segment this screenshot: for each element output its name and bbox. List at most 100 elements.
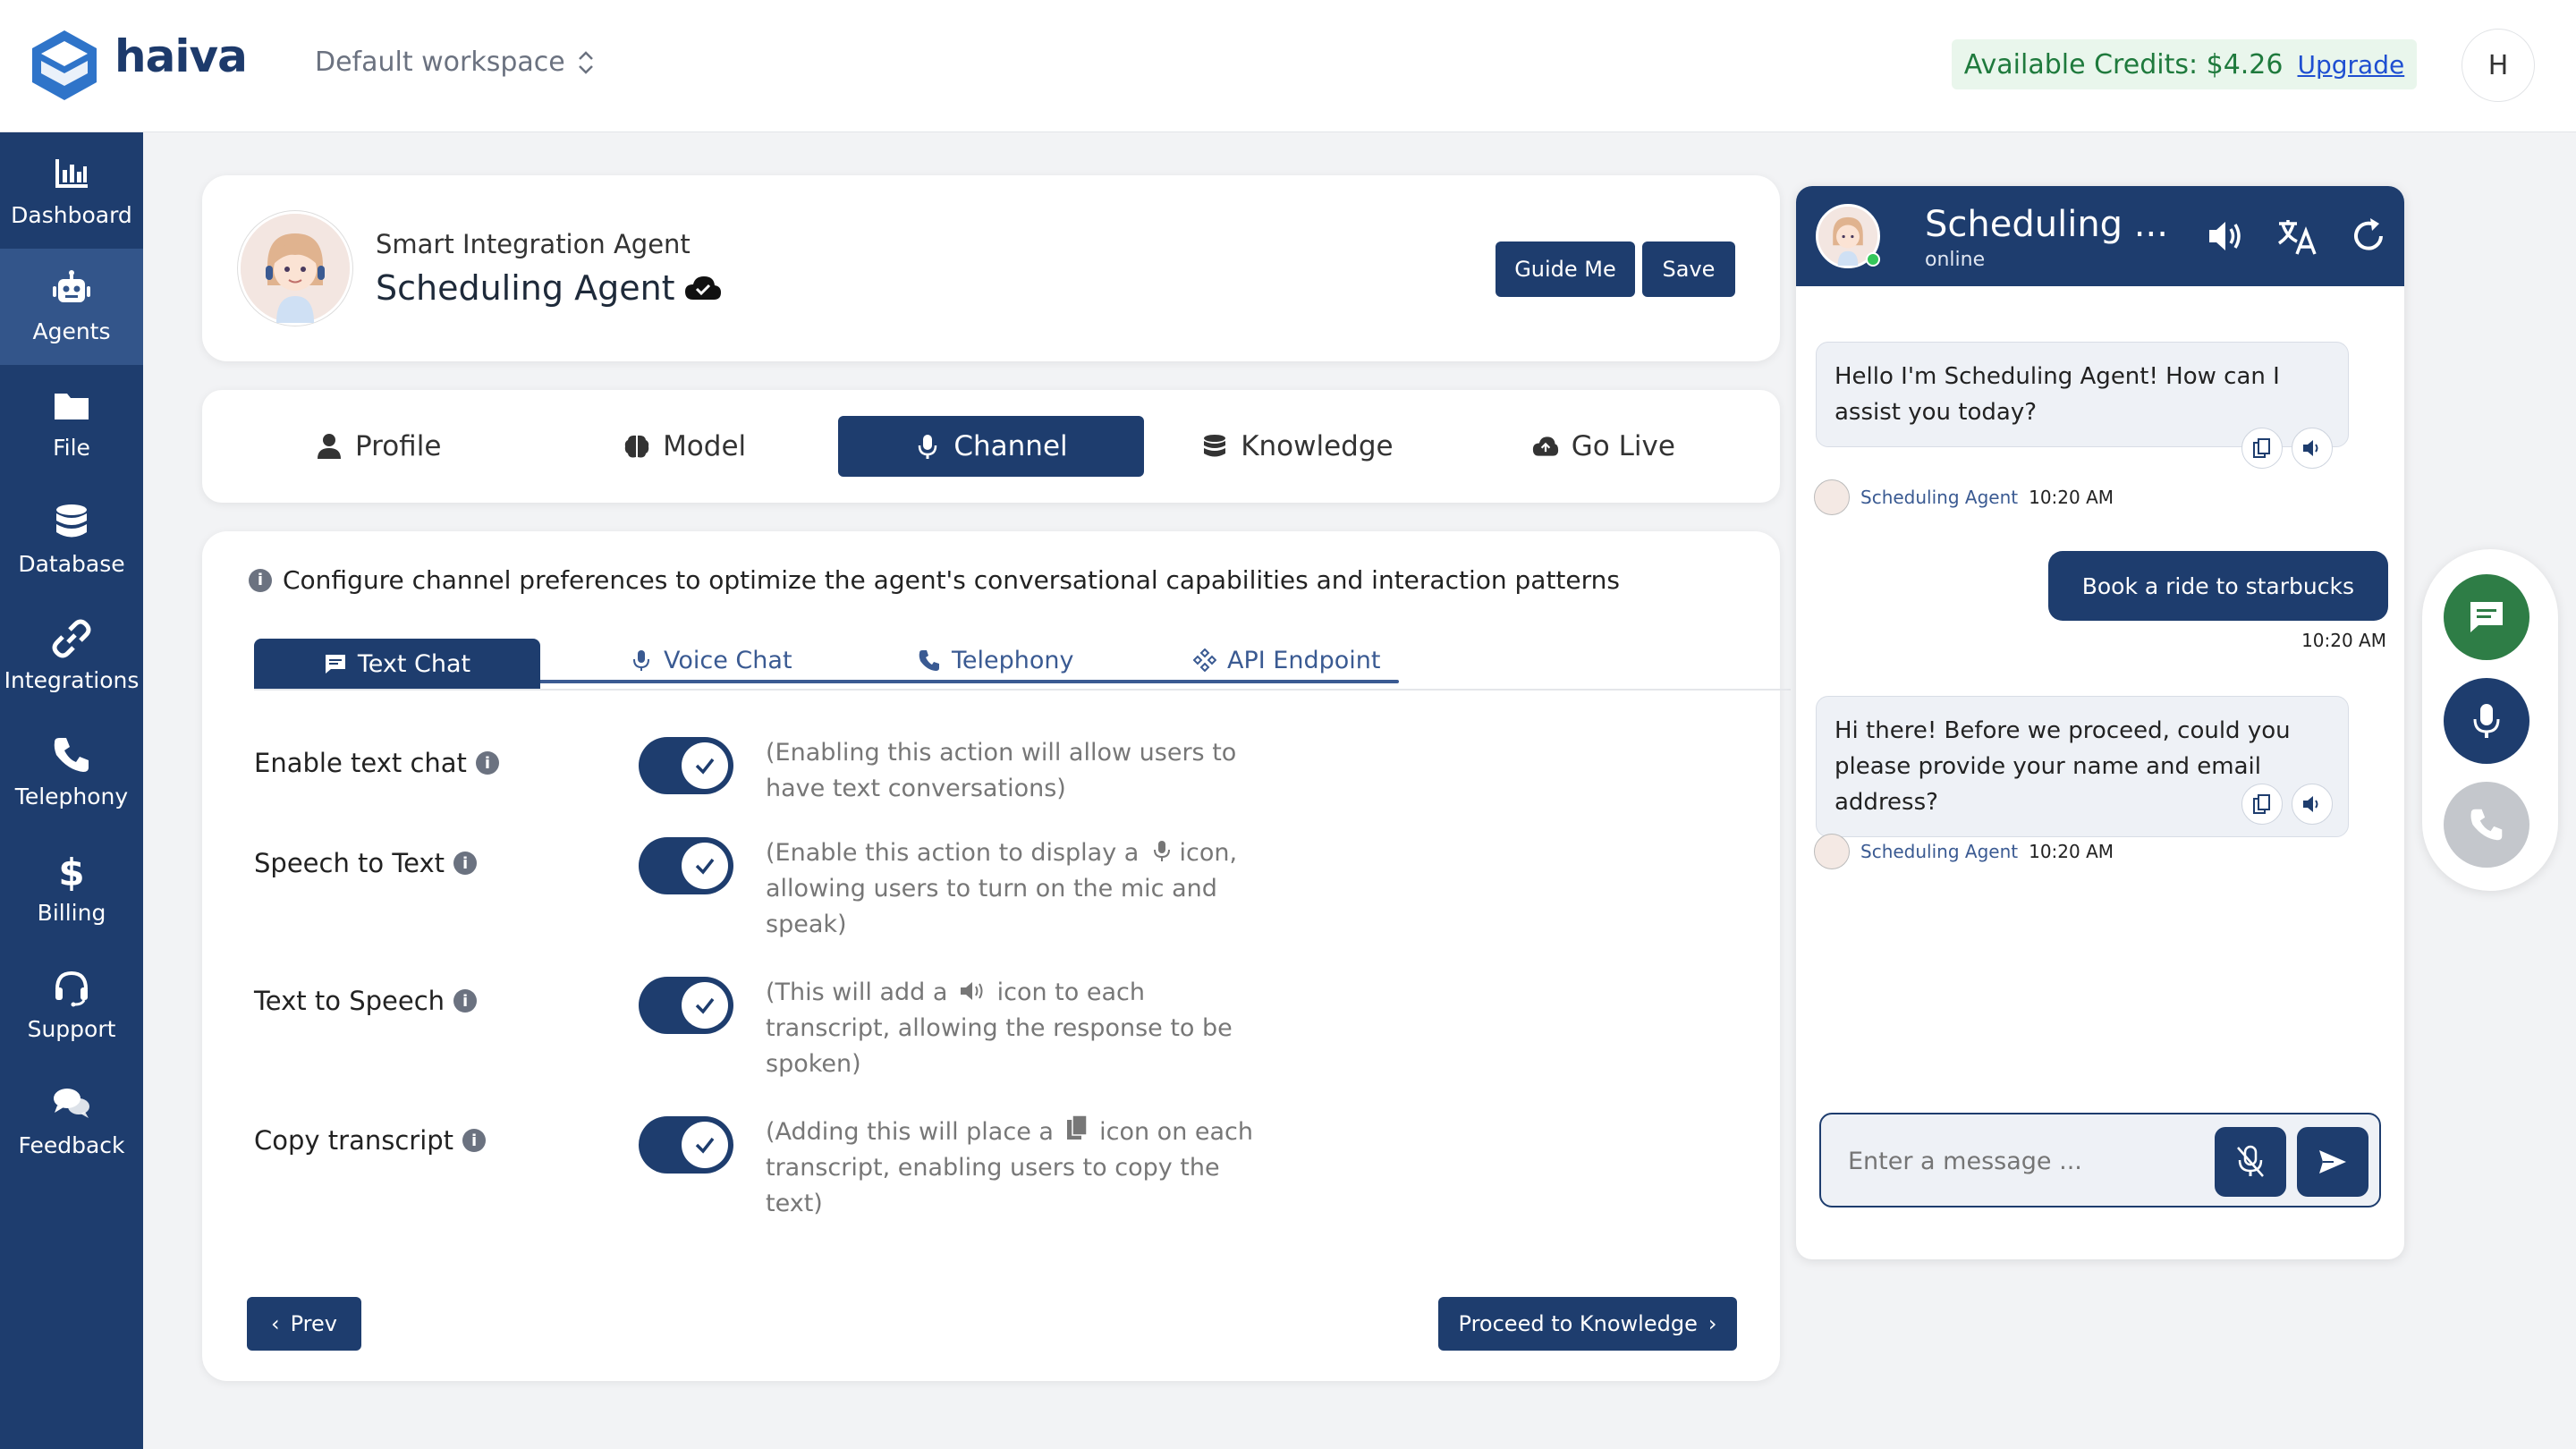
speak-button[interactable] (2292, 428, 2333, 469)
chat-input-bar (1819, 1113, 2381, 1208)
toggle-knob (682, 742, 728, 789)
link-icon (52, 619, 91, 657)
tab-profile[interactable]: Profile (225, 416, 531, 477)
toggle-knob (682, 1122, 728, 1168)
sender-name: Scheduling Agent (1860, 841, 2019, 862)
setting-label: Enable text chat (254, 748, 467, 778)
subtab-text-chat[interactable]: Text Chat (254, 639, 540, 689)
setting-enable-text-chat: Enable text chat i (254, 748, 499, 778)
phone-icon (2470, 809, 2503, 841)
tab-model[interactable]: Model (531, 416, 837, 477)
upgrade-link[interactable]: Upgrade (2298, 50, 2405, 80)
sidebar-item-label: Telephony (14, 783, 129, 809)
main-tabs-card: Profile Model Channel Knowledge Go Live (202, 390, 1780, 503)
copy-icon (2253, 794, 2270, 814)
subtab-api-endpoint[interactable]: API Endpoint (1193, 635, 1380, 685)
info-icon[interactable]: i (475, 751, 499, 775)
speech-to-text-toggle[interactable] (639, 837, 733, 894)
database-icon (1204, 435, 1226, 457)
haiva-logo-icon[interactable] (27, 27, 102, 102)
message-icon (325, 655, 345, 674)
sidebar-item-label: Agents (32, 318, 111, 344)
message-icon (2470, 602, 2503, 632)
info-icon[interactable]: i (462, 1129, 487, 1152)
sidebar-item-dashboard[interactable]: Dashboard (0, 132, 143, 249)
tab-channel[interactable]: Channel (837, 416, 1145, 477)
setting-label: Text to Speech (254, 986, 445, 1016)
text-chat-fab[interactable] (2444, 574, 2529, 660)
check-icon (695, 997, 715, 1014)
prev-button[interactable]: ‹ Prev (247, 1297, 361, 1351)
message-time: 10:20 AM (2029, 841, 2114, 862)
tab-label: Go Live (1571, 430, 1675, 462)
toggle-knob (682, 982, 728, 1029)
info-icon: i (249, 568, 272, 592)
speak-button[interactable] (2292, 784, 2333, 825)
save-button[interactable]: Save (1642, 242, 1735, 297)
mic-off-button[interactable] (2215, 1127, 2286, 1197)
info-icon[interactable]: i (453, 852, 478, 875)
guide-me-button[interactable]: Guide Me (1496, 242, 1635, 297)
speaker-icon[interactable] (2204, 215, 2247, 258)
sidebar-item-label: File (53, 434, 90, 461)
voice-chat-fab[interactable] (2444, 678, 2529, 764)
online-indicator (1866, 252, 1880, 267)
setting-description: (Enable this action to display a icon, a… (766, 835, 1267, 943)
subtab-voice-chat[interactable]: Voice Chat (630, 635, 792, 685)
dollar-icon: $ (58, 852, 84, 891)
sidebar-item-agents[interactable]: Agents (0, 249, 143, 365)
sidebar-item-label: Database (18, 550, 125, 577)
agent-avatar-icon (241, 214, 350, 323)
agent-name: Scheduling Agent (376, 268, 675, 308)
chevron-left-icon: ‹ (271, 1311, 280, 1336)
setting-speech-to-text: Speech to Text i (254, 848, 478, 878)
info-icon[interactable]: i (453, 989, 478, 1013)
sidebar-item-telephony[interactable]: Telephony (0, 714, 143, 830)
sidebar-item-support[interactable]: Support (0, 946, 143, 1063)
message-input[interactable] (1848, 1140, 2188, 1182)
subtab-label: Text Chat (357, 649, 471, 678)
mic-icon (2473, 704, 2500, 738)
chevron-right-icon: › (1707, 1311, 1717, 1336)
brain-icon (624, 435, 649, 458)
sidebar-item-database[interactable]: Database (0, 481, 143, 597)
sidebar-item-integrations[interactable]: Integrations (0, 597, 143, 714)
phone-icon (54, 737, 89, 772)
setting-label: Copy transcript (254, 1125, 454, 1156)
tab-go-live[interactable]: Go Live (1451, 416, 1757, 477)
text-to-speech-toggle[interactable] (639, 977, 733, 1034)
sender-avatar (1814, 479, 1850, 515)
proceed-to-knowledge-button[interactable]: Proceed to Knowledge › (1438, 1297, 1737, 1351)
agent-name-row: Scheduling Agent (376, 268, 722, 308)
svg-text:$: $ (58, 852, 84, 891)
message-meta: Scheduling Agent 10:20 AM (1814, 479, 2114, 515)
telephony-fab[interactable] (2444, 782, 2529, 868)
user-avatar[interactable]: H (2462, 29, 2535, 102)
subtab-label: Telephony (952, 646, 1074, 674)
enable-text-chat-toggle[interactable] (639, 737, 733, 794)
workspace-selector[interactable]: Default workspace (315, 47, 596, 78)
sidebar-item-file[interactable]: File (0, 365, 143, 481)
copy-button[interactable] (2241, 428, 2283, 469)
translate-icon[interactable] (2275, 215, 2318, 258)
send-button[interactable] (2297, 1127, 2368, 1197)
refresh-icon[interactable] (2347, 215, 2390, 258)
tab-knowledge[interactable]: Knowledge (1144, 416, 1450, 477)
cloud-check-icon (684, 276, 721, 300)
subtab-label: API Endpoint (1227, 646, 1381, 674)
desc-text-a: (Enable this action to display a (766, 839, 1140, 867)
setting-description: (Enabling this action will allow users t… (766, 739, 1237, 802)
folder-icon (55, 393, 89, 419)
send-icon (2319, 1150, 2346, 1174)
mic-off-icon (2237, 1145, 2264, 1177)
copy-button[interactable] (2241, 784, 2283, 825)
agent-avatar (238, 211, 352, 326)
sidebar-item-feedback[interactable]: Feedback (0, 1063, 143, 1179)
copy-transcript-toggle[interactable] (639, 1116, 733, 1174)
mic-icon (1153, 841, 1170, 861)
sidebar-item-billing[interactable]: $ Billing (0, 830, 143, 946)
setting-copy-transcript: Copy transcript i (254, 1125, 487, 1156)
tab-label: Channel (953, 430, 1068, 462)
setting-label: Speech to Text (254, 848, 445, 878)
subtab-telephony[interactable]: Telephony (918, 635, 1074, 685)
